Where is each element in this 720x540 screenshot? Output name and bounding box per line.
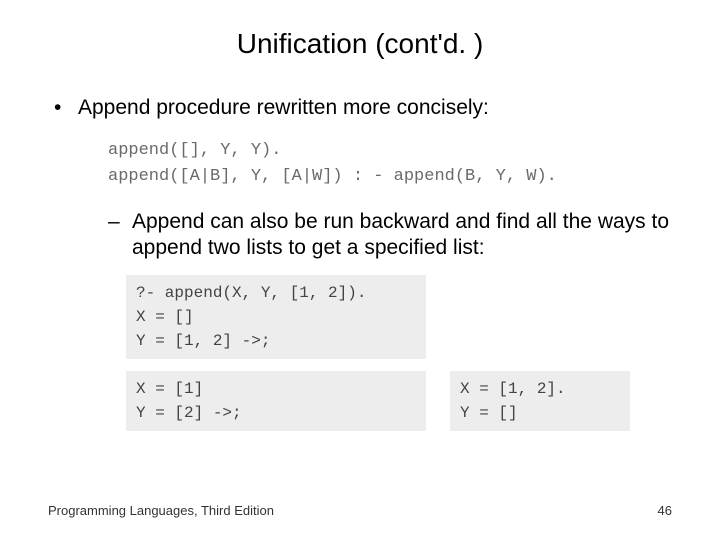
code-output-row-2: X = [1] Y = [2] ->; X = [1, 2]. Y = [] bbox=[126, 371, 672, 431]
code-line-2: append([A|B], Y, [A|W]) : - append(B, Y,… bbox=[108, 167, 557, 186]
bullet-dash: – bbox=[108, 209, 132, 262]
bullet-2-text: Append can also be run backward and find… bbox=[132, 209, 672, 262]
bullet-dot: • bbox=[54, 96, 78, 120]
slide-number: 46 bbox=[658, 503, 672, 518]
slide-title: Unification (cont'd. ) bbox=[48, 28, 672, 60]
bullet-level-2: – Append can also be run backward and fi… bbox=[108, 209, 672, 262]
slide-footer: Programming Languages, Third Edition 46 bbox=[48, 503, 672, 518]
code-definition: append([], Y, Y). append([A|B], Y, [A|W]… bbox=[108, 138, 672, 191]
code-output-box-1: ?- append(X, Y, [1, 2]). X = [] Y = [1, … bbox=[126, 275, 426, 359]
code-output-box-2: X = [1] Y = [2] ->; bbox=[126, 371, 426, 431]
code-output-area: ?- append(X, Y, [1, 2]). X = [] Y = [1, … bbox=[126, 275, 672, 431]
bullet-1-text: Append procedure rewritten more concisel… bbox=[78, 96, 489, 120]
footer-text-left: Programming Languages, Third Edition bbox=[48, 503, 274, 518]
code-line-1: append([], Y, Y). bbox=[108, 141, 281, 160]
slide: Unification (cont'd. ) • Append procedur… bbox=[0, 0, 720, 540]
code-output-box-3: X = [1, 2]. Y = [] bbox=[450, 371, 630, 431]
bullet-level-1: • Append procedure rewritten more concis… bbox=[54, 96, 672, 120]
